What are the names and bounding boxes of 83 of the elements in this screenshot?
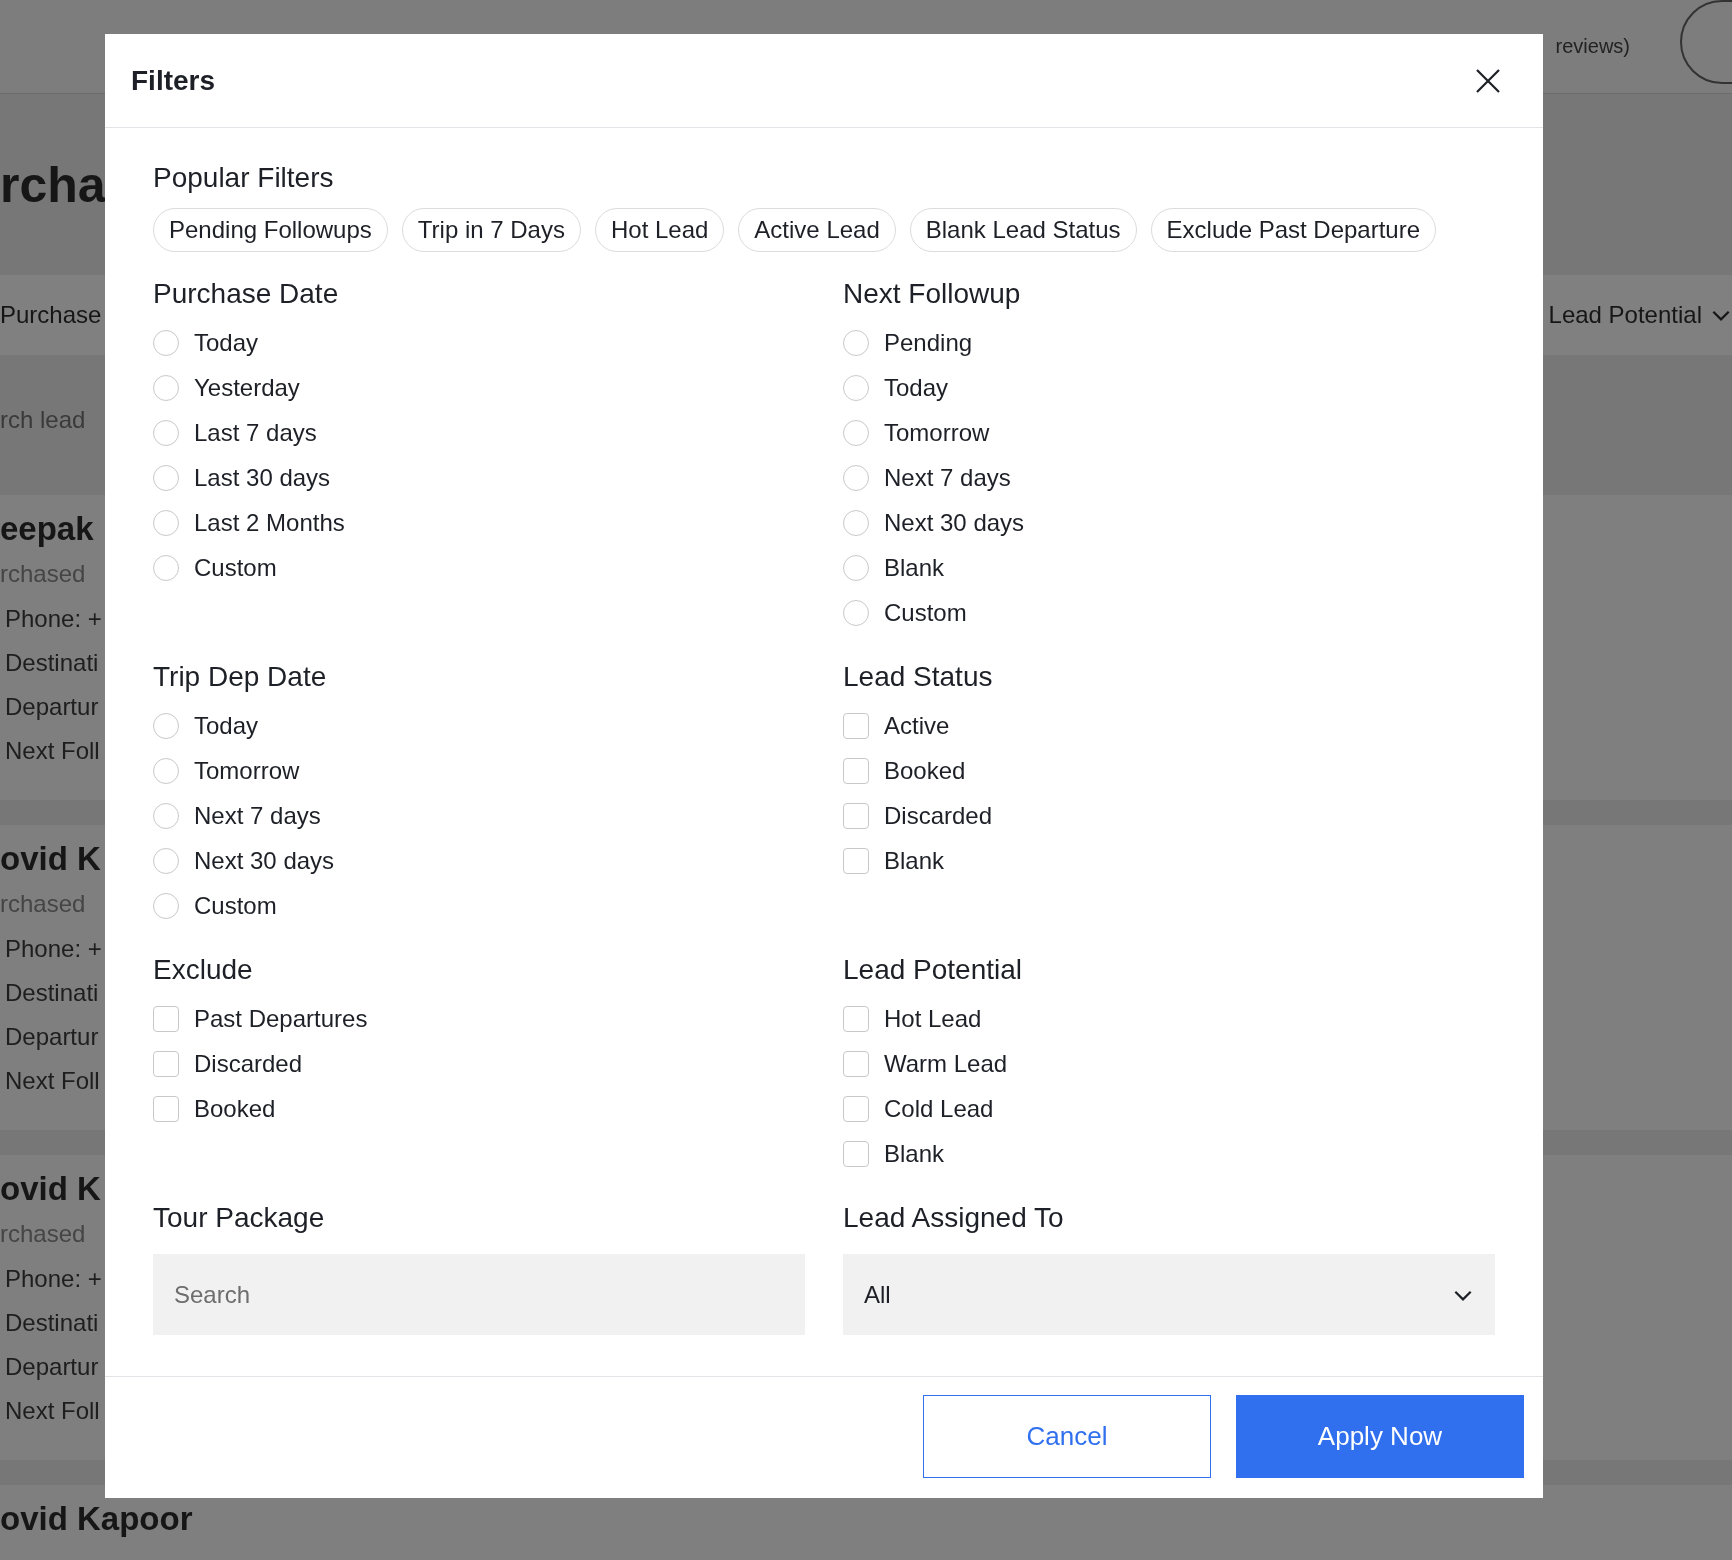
lead-detail: Next Foll xyxy=(4,737,100,766)
lead-purchase-date: rchased xyxy=(0,890,86,919)
checkbox[interactable] xyxy=(843,847,869,874)
option-label: Custom xyxy=(194,553,277,582)
option-label: Next 30 days xyxy=(194,846,335,875)
checkbox[interactable] xyxy=(843,802,869,829)
option-label: Blank xyxy=(884,1139,945,1168)
option-label: Last 30 days xyxy=(194,463,331,492)
option-label: Hot Lead xyxy=(884,1004,982,1033)
apply-button[interactable]: Apply Now xyxy=(1236,1395,1524,1478)
option-label: Booked xyxy=(884,756,966,785)
checkbox[interactable] xyxy=(843,712,869,739)
search-field[interactable]: Search xyxy=(153,1254,805,1335)
section-heading: Purchase Date xyxy=(153,278,340,310)
section-heading: Popular Filters xyxy=(153,162,335,194)
checkbox[interactable] xyxy=(843,1050,869,1077)
option-label: Custom xyxy=(194,891,277,920)
option-label: Today xyxy=(194,711,259,740)
filter-chip[interactable]: Pending Followups xyxy=(153,208,388,252)
filter-chip[interactable]: Trip in 7 Days xyxy=(401,208,581,252)
filter-dropdown[interactable]: Lead Potential xyxy=(1548,301,1732,329)
lead-detail: Phone: + xyxy=(4,605,102,634)
checkbox[interactable] xyxy=(843,757,869,784)
section-heading: Lead Potential xyxy=(843,954,1024,986)
section-heading: Exclude xyxy=(153,954,254,986)
section-heading: Trip Dep Date xyxy=(153,661,328,693)
option-label: Tomorrow xyxy=(194,756,300,785)
filter-chip[interactable]: Hot Lead xyxy=(594,208,725,252)
lead-detail: Phone: + xyxy=(4,935,102,964)
option-label: Active xyxy=(884,711,950,740)
lead-detail: Next Foll xyxy=(4,1397,100,1426)
option-label: Next 7 days xyxy=(194,801,321,830)
dialog-title: Filters xyxy=(131,64,216,97)
lead-name: ovid K xyxy=(0,840,101,879)
option-label: Pending xyxy=(884,328,973,357)
lead-purchase-date: rchased xyxy=(0,560,86,589)
lead-detail: Destinati xyxy=(4,649,99,678)
section-heading: Tour Package xyxy=(153,1202,326,1234)
option-label: Discarded xyxy=(194,1049,303,1078)
section-heading: Next Followup xyxy=(843,278,1022,310)
lead-detail: Departur xyxy=(4,1353,99,1382)
option-label: Last 2 Months xyxy=(194,508,345,537)
lead-detail: Departur xyxy=(4,693,99,722)
option-label: Booked xyxy=(194,1094,276,1123)
lead-name: eepak xyxy=(0,510,94,549)
section-heading: Lead Status xyxy=(843,661,994,693)
lead-detail: Destinati xyxy=(4,1309,99,1338)
tab[interactable]: Purchase xyxy=(0,301,102,329)
checkbox[interactable] xyxy=(843,1005,869,1032)
filter-chip[interactable]: Blank Lead Status xyxy=(909,208,1137,252)
checkbox[interactable] xyxy=(153,1005,179,1032)
option-label: Cold Lead xyxy=(884,1094,994,1123)
checkbox[interactable] xyxy=(843,1095,869,1122)
option-label: Next 30 days xyxy=(884,508,1025,537)
option-label: Today xyxy=(884,373,949,402)
option-label: Blank xyxy=(884,553,945,582)
option-label: Today xyxy=(194,328,259,357)
option-label: Past Departures xyxy=(194,1004,368,1033)
option-label: Next 7 days xyxy=(884,463,1011,492)
checkbox[interactable] xyxy=(843,1140,869,1167)
checkbox[interactable] xyxy=(153,1095,179,1122)
option-label: Last 7 days xyxy=(194,418,317,447)
option-label: Warm Lead xyxy=(884,1049,1008,1078)
option-label: Tomorrow xyxy=(884,418,990,447)
reviews-text: reviews) xyxy=(1555,35,1630,58)
section-heading: Lead Assigned To xyxy=(843,1202,1065,1234)
option-label: Blank xyxy=(884,846,945,875)
lead-detail: Next Foll xyxy=(4,1067,100,1096)
filter-chip[interactable]: Active Lead xyxy=(738,208,896,252)
filter-chip[interactable]: Exclude Past Departure xyxy=(1150,208,1437,252)
lead-name: ovid Kapoor xyxy=(0,1500,193,1539)
option-label: Custom xyxy=(884,598,967,627)
lead-detail: Phone: + xyxy=(4,1265,102,1294)
lead-detail: Departur xyxy=(4,1023,99,1052)
option-label: Yesterday xyxy=(194,373,300,402)
cancel-button[interactable]: Cancel xyxy=(923,1395,1211,1478)
checkbox[interactable] xyxy=(153,1050,179,1077)
lead-purchase-date: rchased xyxy=(0,1220,86,1249)
lead-detail: Destinati xyxy=(4,979,99,1008)
lead-name: ovid K xyxy=(0,1170,101,1209)
page-title: rcha xyxy=(0,155,106,214)
dropdown[interactable]: All xyxy=(843,1254,1495,1335)
option-label: Discarded xyxy=(884,801,993,830)
